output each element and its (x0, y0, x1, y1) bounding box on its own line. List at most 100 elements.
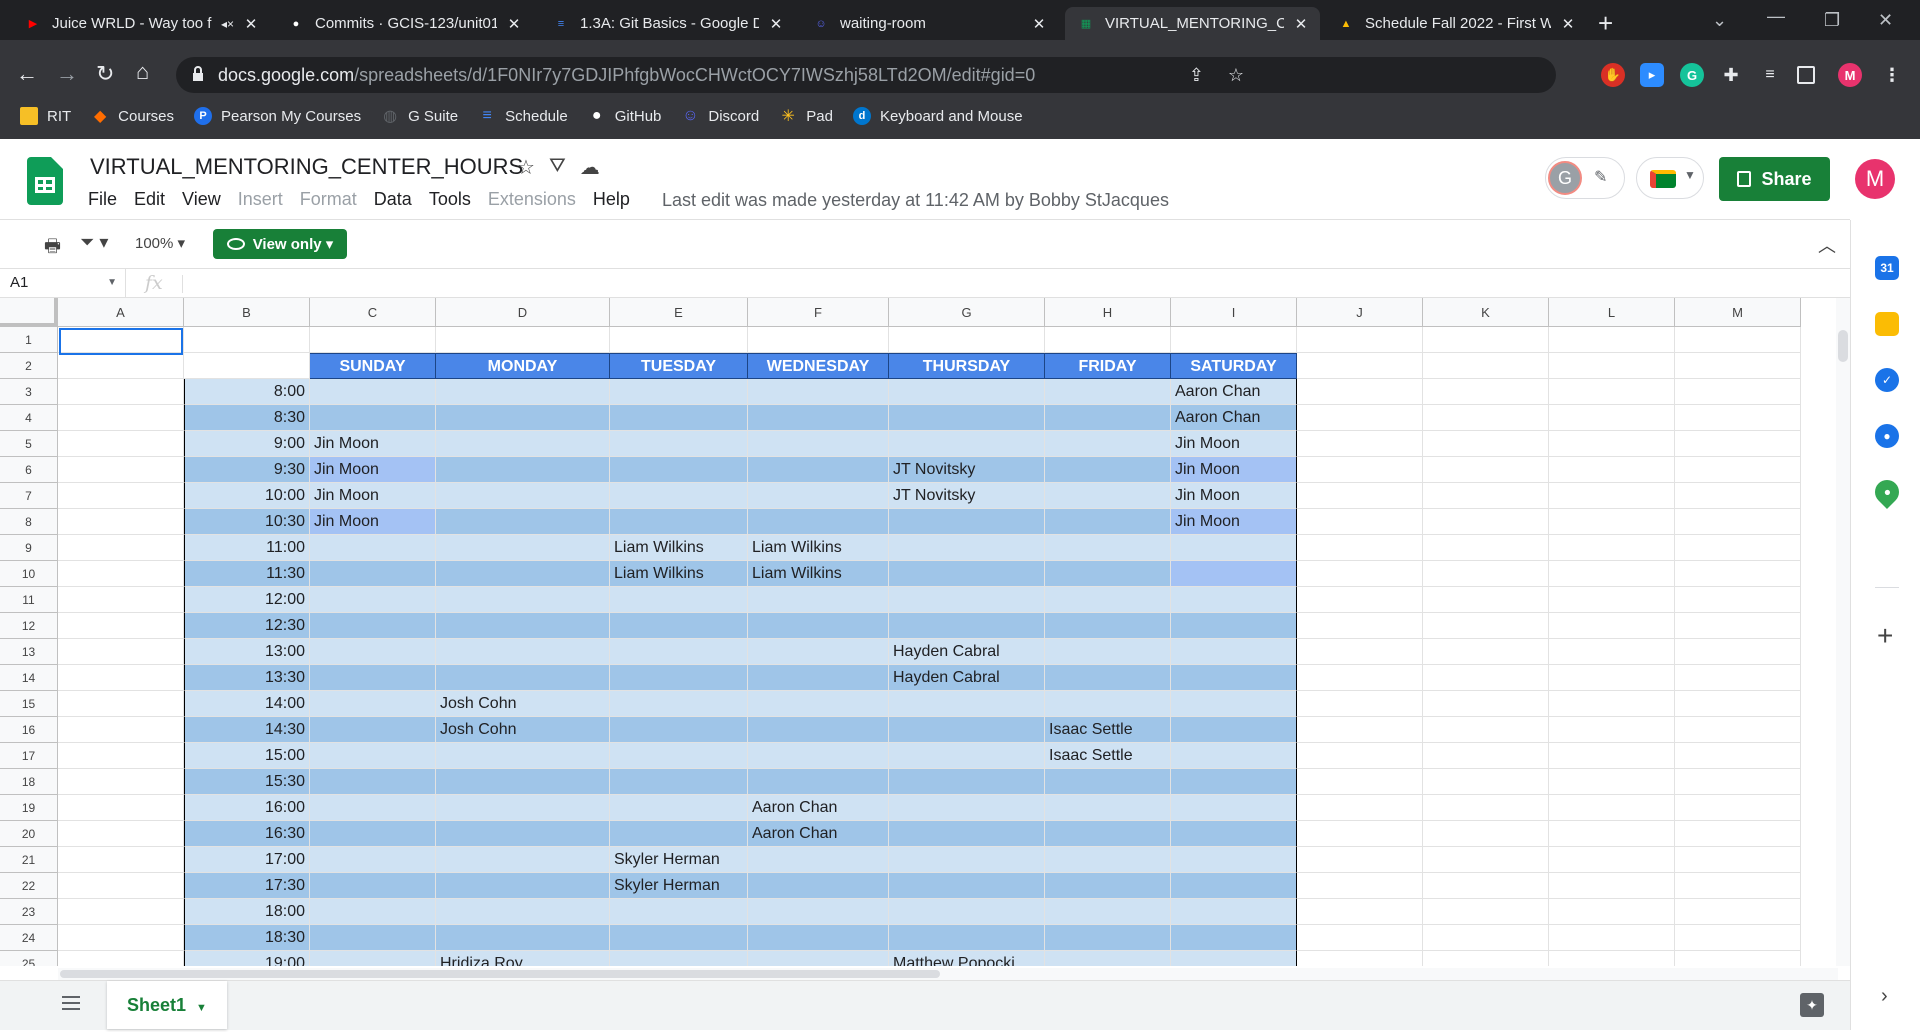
bookmark-item[interactable]: ◆ Courses (91, 107, 174, 126)
row-header[interactable]: 17 (0, 743, 58, 769)
schedule-cell[interactable] (748, 613, 889, 639)
row-header[interactable]: 1 (0, 327, 58, 353)
cell[interactable] (1423, 743, 1549, 769)
cell[interactable] (1549, 561, 1675, 587)
schedule-cell[interactable] (310, 405, 436, 431)
schedule-cell[interactable] (610, 457, 748, 483)
vertical-scroll-thumb[interactable] (1838, 330, 1848, 362)
schedule-cell[interactable] (610, 665, 748, 691)
time-cell[interactable]: 11:30 (184, 561, 310, 587)
schedule-cell[interactable] (748, 379, 889, 405)
new-tab-button[interactable]: + (1598, 10, 1613, 36)
schedule-cell[interactable] (748, 847, 889, 873)
time-cell[interactable]: 14:00 (184, 691, 310, 717)
schedule-cell[interactable]: Jin Moon (310, 431, 436, 457)
browser-tab[interactable]: ☺ waiting-room ✕ (800, 7, 1058, 40)
column-header[interactable]: K (1423, 298, 1549, 327)
schedule-cell[interactable] (310, 639, 436, 665)
cell[interactable] (1297, 483, 1423, 509)
schedule-cell[interactable] (310, 691, 436, 717)
browser-menu-icon[interactable]: ⋮ (1880, 63, 1904, 87)
cell[interactable] (1549, 769, 1675, 795)
schedule-cell[interactable]: Josh Cohn (436, 717, 610, 743)
schedule-cell[interactable] (748, 639, 889, 665)
cell[interactable] (1549, 717, 1675, 743)
cell[interactable] (1675, 691, 1801, 717)
cell[interactable] (1675, 925, 1801, 951)
cell[interactable] (1297, 795, 1423, 821)
schedule-cell[interactable]: Skyler Herman (610, 847, 748, 873)
spreadsheet-grid[interactable]: A B C D E F G H I J K L M 1 2 SUNDAY MONDAY TUESDAY WEDNES… (0, 298, 1850, 966)
schedule-cell[interactable] (889, 561, 1045, 587)
cell[interactable] (1549, 379, 1675, 405)
share-page-icon[interactable]: ⇪ (1189, 57, 1204, 93)
cell[interactable] (1423, 509, 1549, 535)
time-cell[interactable]: 15:30 (184, 769, 310, 795)
day-header[interactable]: FRIDAY (1045, 353, 1171, 379)
collapse-menus-icon[interactable]: ︿ (1818, 232, 1836, 258)
close-icon[interactable]: ✕ (1559, 15, 1577, 33)
schedule-cell[interactable] (1045, 795, 1171, 821)
schedule-cell[interactable]: Jin Moon (1171, 431, 1297, 457)
cell[interactable] (58, 847, 184, 873)
cell[interactable] (1423, 535, 1549, 561)
schedule-cell[interactable] (889, 925, 1045, 951)
schedule-cell[interactable] (748, 587, 889, 613)
schedule-cell[interactable] (310, 899, 436, 925)
schedule-cell[interactable]: Hayden Cabral (889, 639, 1045, 665)
menu-help[interactable]: Help (593, 189, 630, 210)
schedule-cell[interactable] (748, 691, 889, 717)
cell[interactable] (1297, 873, 1423, 899)
cell[interactable] (58, 353, 184, 379)
column-header[interactable]: B (184, 298, 310, 327)
cell[interactable] (1423, 327, 1549, 353)
schedule-cell[interactable] (610, 925, 748, 951)
cell[interactable] (1549, 587, 1675, 613)
row-header[interactable]: 11 (0, 587, 58, 613)
schedule-cell[interactable]: Aaron Chan (1171, 379, 1297, 405)
schedule-cell[interactable] (310, 795, 436, 821)
schedule-cell[interactable] (310, 873, 436, 899)
schedule-cell[interactable] (1045, 873, 1171, 899)
cell[interactable] (58, 821, 184, 847)
cell[interactable] (58, 509, 184, 535)
cell[interactable] (1675, 665, 1801, 691)
browser-tab[interactable]: ▦ VIRTUAL_MENTORING_CEN ✕ (1065, 7, 1320, 40)
cell[interactable] (1549, 457, 1675, 483)
schedule-cell[interactable] (610, 613, 748, 639)
schedule-cell[interactable] (748, 873, 889, 899)
schedule-cell[interactable] (1171, 639, 1297, 665)
expand-panel-icon[interactable]: › (1881, 985, 1888, 1008)
cell[interactable] (1297, 847, 1423, 873)
bookmark-item[interactable]: ● GitHub (588, 107, 662, 125)
schedule-cell[interactable] (1171, 613, 1297, 639)
forward-button[interactable]: → (56, 62, 78, 86)
cell[interactable] (1297, 691, 1423, 717)
minimize-button[interactable]: — (1767, 6, 1785, 27)
schedule-cell[interactable] (436, 821, 610, 847)
cell[interactable] (1045, 327, 1171, 353)
schedule-cell[interactable] (310, 925, 436, 951)
schedule-cell[interactable]: Jin Moon (310, 457, 436, 483)
media-control-icon[interactable]: ≡ (1758, 63, 1782, 87)
time-cell[interactable]: 19:00 (184, 951, 310, 966)
schedule-cell[interactable] (889, 431, 1045, 457)
cell[interactable] (1423, 717, 1549, 743)
column-header[interactable]: M (1675, 298, 1801, 327)
cell[interactable] (1423, 457, 1549, 483)
row-header[interactable]: 18 (0, 769, 58, 795)
row-header[interactable]: 20 (0, 821, 58, 847)
add-on-plus-icon[interactable]: + (1877, 620, 1893, 652)
cell[interactable] (1675, 795, 1801, 821)
account-avatar[interactable]: M (1855, 159, 1895, 199)
row-header[interactable]: 5 (0, 431, 58, 457)
cell[interactable] (1423, 847, 1549, 873)
cell[interactable] (1675, 743, 1801, 769)
row-header[interactable]: 15 (0, 691, 58, 717)
cell[interactable] (1297, 327, 1423, 353)
schedule-cell[interactable] (610, 639, 748, 665)
schedule-cell[interactable] (1171, 795, 1297, 821)
time-cell[interactable]: 10:00 (184, 483, 310, 509)
schedule-cell[interactable] (889, 587, 1045, 613)
schedule-cell[interactable] (610, 769, 748, 795)
